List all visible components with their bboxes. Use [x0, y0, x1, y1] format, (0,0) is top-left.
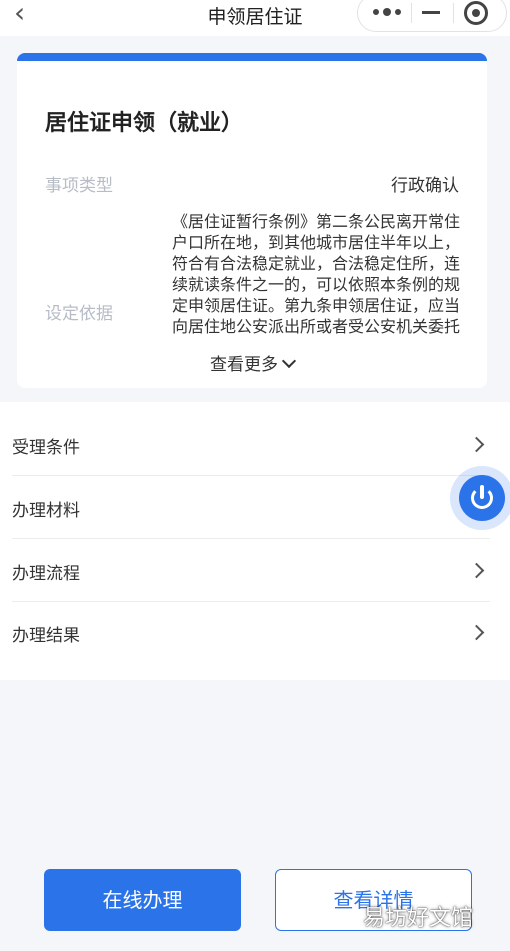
- list-item-materials[interactable]: 办理材料: [12, 477, 490, 539]
- view-more-link[interactable]: 查看更多: [17, 350, 487, 375]
- capsule-divider: [411, 3, 412, 23]
- nav-bar: ‹ 申领居住证: [0, 0, 510, 36]
- list-item-conditions[interactable]: 受理条件: [12, 414, 490, 476]
- list-item-label: 办理材料: [12, 501, 80, 521]
- more-dots-icon[interactable]: [373, 5, 401, 19]
- field-label-type: 事项类型: [45, 176, 113, 196]
- chevron-right-icon: [468, 624, 485, 641]
- chevron-down-icon: [281, 353, 297, 369]
- floating-power-button[interactable]: [450, 466, 510, 530]
- list-item-process[interactable]: 办理流程: [12, 540, 490, 602]
- list-item-label: 办理流程: [12, 564, 80, 584]
- card-accent-bar: [17, 53, 487, 61]
- mini-program-capsule: [357, 0, 507, 32]
- view-more-label: 查看更多: [210, 355, 278, 375]
- close-target-icon[interactable]: [464, 1, 488, 25]
- field-value-basis: 《居住证暂行条例》第二条公民离开常住户口所在地，到其他城市居住半年以上，符合有合…: [172, 212, 460, 339]
- card-title: 居住证申领（就业）: [45, 111, 244, 136]
- list-item-result[interactable]: 办理结果: [12, 602, 490, 664]
- info-card: 居住证申领（就业） 事项类型 行政确认 设定依据 《居住证暂行条例》第二条公民离…: [17, 53, 487, 388]
- service-list: 受理条件 办理材料 办理流程 办理结果: [0, 402, 510, 680]
- chevron-right-icon: [468, 562, 485, 579]
- field-value-type: 行政确认: [391, 176, 459, 196]
- capsule-divider: [453, 3, 454, 23]
- power-icon: [459, 475, 505, 521]
- list-item-label: 受理条件: [12, 438, 80, 458]
- chevron-right-icon: [468, 436, 485, 453]
- apply-online-button[interactable]: 在线办理: [44, 869, 241, 931]
- watermark-text: 易坊好文馆: [363, 906, 474, 931]
- list-item-label: 办理结果: [12, 626, 80, 646]
- field-label-basis: 设定依据: [45, 304, 113, 324]
- minimize-icon[interactable]: [422, 11, 440, 14]
